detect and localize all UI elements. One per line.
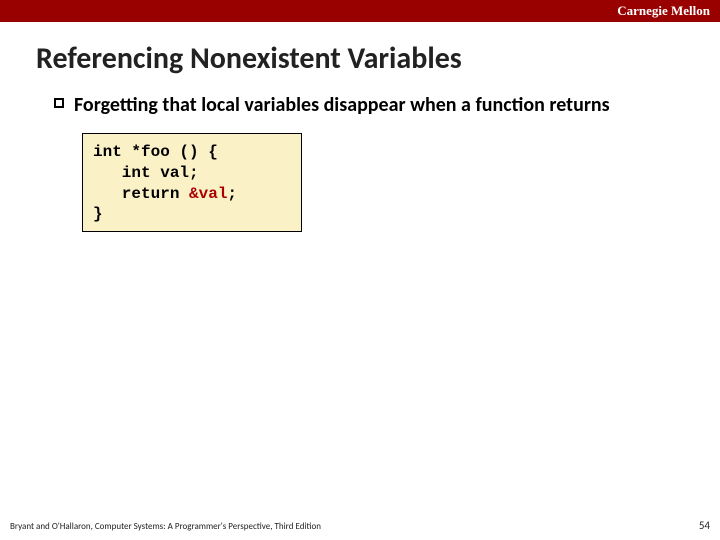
page-title: Referencing Nonexistent Variables bbox=[0, 22, 720, 87]
code-line: return &val; bbox=[93, 184, 291, 205]
code-line: int val; bbox=[93, 163, 291, 184]
footer-attribution: Bryant and O'Hallaron, Computer Systems:… bbox=[10, 521, 321, 532]
page-number: 54 bbox=[699, 519, 710, 532]
institution-label: Carnegie Mellon bbox=[617, 3, 710, 19]
bullet-item: Forgetting that local variables disappea… bbox=[54, 93, 684, 117]
square-bullet-icon bbox=[54, 98, 64, 108]
footer: Bryant and O'Hallaron, Computer Systems:… bbox=[10, 519, 710, 532]
slide-body: Forgetting that local variables disappea… bbox=[0, 93, 720, 232]
code-highlight: &val bbox=[189, 185, 227, 203]
slide: Carnegie Mellon Referencing Nonexistent … bbox=[0, 0, 720, 540]
code-block: int *foo () { int val; return &val; } bbox=[82, 133, 302, 232]
bullet-text: Forgetting that local variables disappea… bbox=[74, 93, 610, 117]
header-bar: Carnegie Mellon bbox=[0, 0, 720, 22]
code-line: } bbox=[93, 204, 291, 225]
code-line: int *foo () { bbox=[93, 142, 291, 163]
code-text: ; bbox=[227, 185, 237, 203]
code-text: return bbox=[93, 185, 189, 203]
